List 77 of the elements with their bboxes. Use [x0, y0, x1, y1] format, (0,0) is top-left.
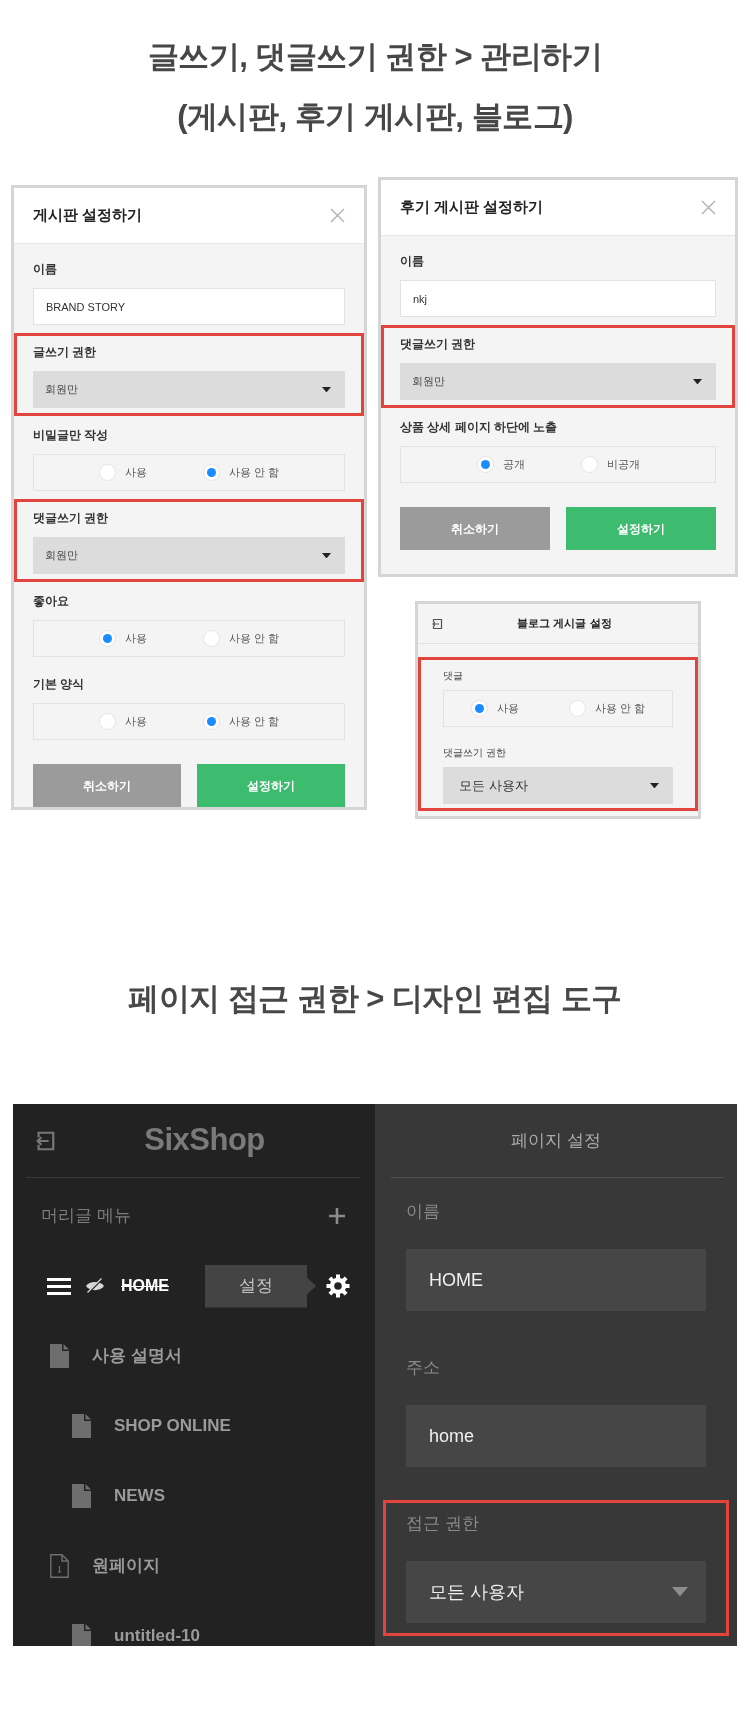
- radio-label: 사용 안 함: [594, 701, 646, 717]
- text-field[interactable]: BRAND STORY: [33, 288, 345, 325]
- panel-title: 페이지 설정: [510, 1129, 602, 1152]
- file-icon: [72, 1414, 91, 1438]
- radio-label: 사용 안 함: [228, 631, 280, 647]
- field-label: 댓글: [443, 669, 464, 683]
- field-label: 댓글쓰기 권한: [443, 746, 507, 760]
- field-label: 기본 양식: [33, 676, 86, 693]
- text-field[interactable]: nkj: [400, 280, 716, 317]
- close-icon[interactable]: [330, 208, 345, 223]
- menu-icon[interactable]: [47, 1277, 71, 1295]
- radio-label: 사용: [124, 465, 147, 481]
- radio-label: 공개: [502, 457, 525, 473]
- panel-title: 블로그 게시글 설정: [516, 616, 613, 632]
- radio-button[interactable]: [476, 456, 494, 473]
- radio-label: 사용: [124, 631, 147, 647]
- logo-text: SixShop: [143, 1121, 266, 1160]
- field-label: 비밀글만 작성: [33, 427, 110, 444]
- dropdown-field[interactable]: 회원만: [33, 537, 345, 574]
- radio-button[interactable]: [98, 713, 116, 730]
- menu-item[interactable]: NEWS: [114, 1483, 165, 1509]
- plus-icon[interactable]: [329, 1208, 345, 1224]
- dropdown-field[interactable]: 모든 사용자: [406, 1561, 706, 1623]
- caret-icon: [693, 378, 702, 385]
- page-heading: (게시판, 후기 게시판, 블로그): [176, 98, 574, 136]
- radio-label: 사용: [124, 714, 147, 730]
- dropdown-field[interactable]: 모든 사용자: [443, 767, 673, 804]
- dropdown-field[interactable]: 회원만: [400, 363, 716, 400]
- radio-button[interactable]: [98, 464, 116, 481]
- field-label: 댓글쓰기 권한: [33, 510, 110, 527]
- eye-slash-icon[interactable]: [85, 1278, 105, 1294]
- file-outline-icon: [50, 1554, 69, 1578]
- settings-tooltip: 설정: [205, 1264, 316, 1308]
- page-heading: 글쓰기, 댓글쓰기 권한 > 관리하기: [146, 38, 604, 76]
- field-label: 이름: [406, 1201, 441, 1223]
- file-icon: [50, 1344, 69, 1368]
- exit-icon[interactable]: [431, 617, 443, 630]
- radio-label: 사용: [496, 701, 519, 717]
- radio-button[interactable]: [202, 464, 220, 481]
- field-label: 이름: [400, 253, 425, 270]
- radio-label: 사용 안 함: [228, 714, 280, 730]
- menu-item[interactable]: 원페이지: [92, 1553, 160, 1579]
- radio-button[interactable]: [568, 700, 586, 717]
- page-heading: 페이지 접근 권한 > 디자인 편집 도구: [127, 980, 623, 1018]
- radio-label: 사용 안 함: [228, 465, 280, 481]
- file-icon: [72, 1624, 91, 1646]
- text-field[interactable]: HOME: [406, 1249, 706, 1311]
- field-label: 주소: [406, 1357, 441, 1379]
- caret-icon: [650, 782, 659, 789]
- menu-section-title: 머리글 메뉴: [41, 1205, 131, 1228]
- radio-button[interactable]: [202, 630, 220, 647]
- file-icon: [72, 1484, 91, 1508]
- dialog-title: 후기 게시판 설정하기: [400, 197, 544, 218]
- close-icon[interactable]: [701, 200, 716, 215]
- field-label: 글쓰기 권한: [33, 344, 98, 361]
- field-label: 이름: [33, 261, 58, 278]
- menu-item[interactable]: HOME: [121, 1274, 169, 1298]
- menu-item[interactable]: 사용 설명서: [92, 1343, 182, 1369]
- radio-button[interactable]: [202, 713, 220, 730]
- field-label: 접근 권한: [406, 1513, 480, 1535]
- field-label: 상품 상세 페이지 하단에 노출: [400, 419, 559, 436]
- dialog-title: 게시판 설정하기: [33, 205, 143, 226]
- dropdown-field[interactable]: 회원만: [33, 371, 345, 408]
- exit-icon[interactable]: [34, 1129, 56, 1152]
- settings-icon[interactable]: [326, 1274, 350, 1298]
- menu-item[interactable]: untitled-10: [114, 1623, 200, 1646]
- radio-button[interactable]: [470, 700, 488, 717]
- menu-item[interactable]: SHOP ONLINE: [114, 1413, 231, 1439]
- text-field[interactable]: home: [406, 1405, 706, 1467]
- radio-button[interactable]: [98, 630, 116, 647]
- radio-label: 비공개: [606, 457, 640, 473]
- field-label: 좋아요: [33, 593, 70, 610]
- radio-button[interactable]: [580, 456, 598, 473]
- caret-icon: [672, 1587, 688, 1597]
- caret-icon: [322, 386, 331, 393]
- caret-icon: [322, 552, 331, 559]
- field-label: 댓글쓰기 권한: [400, 336, 477, 353]
